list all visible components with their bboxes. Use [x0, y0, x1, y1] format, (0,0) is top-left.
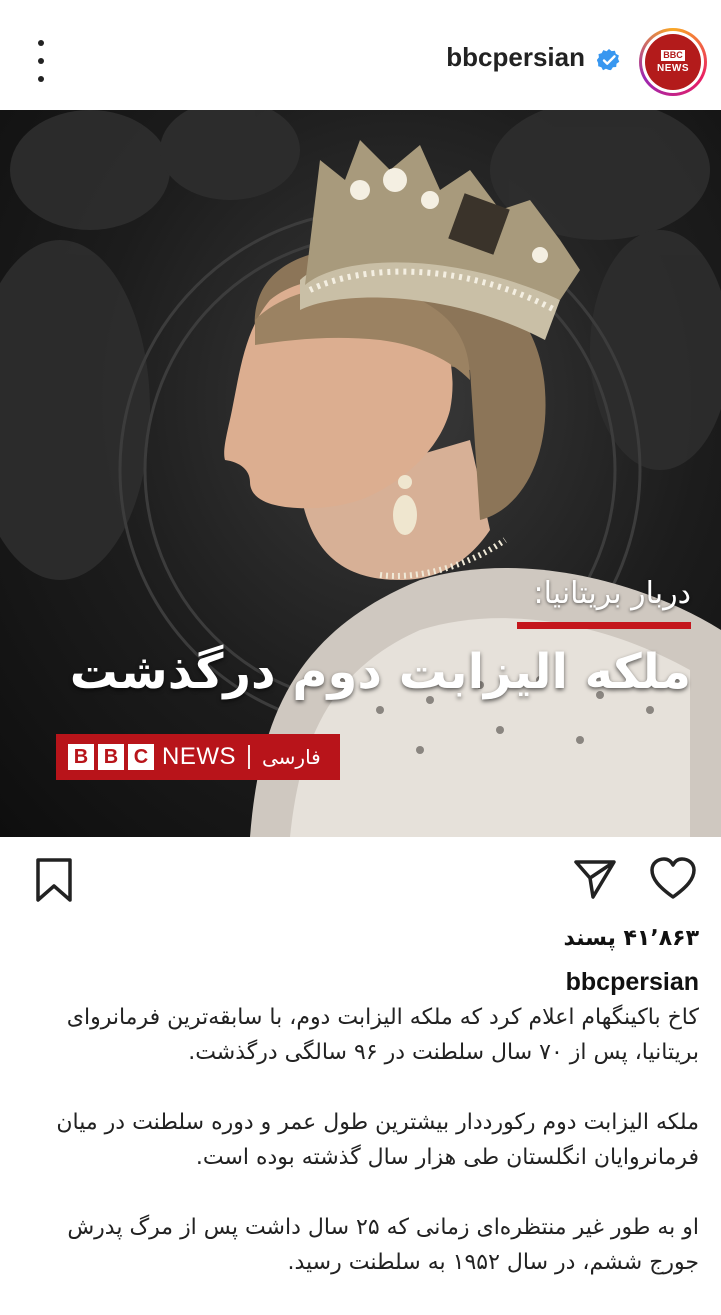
caption-paragraph: کاخ باکینگهام اعلام کرد که ملکه الیزابت … [66, 1005, 699, 1065]
bbc-letter: C [128, 744, 154, 770]
avatar-ring: BBC NEWS [642, 31, 704, 93]
post-actions [0, 837, 721, 927]
caption-paragraph: او به طور غیر منتظره‌ای زمانی که ۲۵ سال … [67, 1215, 699, 1275]
account-handle[interactable]: bbcpersian [446, 42, 585, 73]
more-options-button[interactable] [26, 40, 56, 82]
bbc-letter: B [68, 744, 94, 770]
post-image[interactable]: دربار بریتانیا: ملکه الیزابت دوم درگذشت … [0, 110, 721, 837]
more-icon-dot [38, 58, 44, 64]
bbc-news-logo: BBC NEWS [645, 34, 701, 90]
share-icon[interactable] [573, 857, 617, 901]
bbc-letter: B [98, 744, 124, 770]
avatar[interactable]: BBC NEWS [639, 28, 707, 96]
caption-paragraph: ملکه الیزابت دوم رکورددار بیشترین طول عم… [56, 1110, 699, 1170]
bbc-persian-brand-bar: B B C NEWS فارسی [56, 734, 340, 780]
avatar-bbc-blocks: BBC [661, 50, 685, 61]
caption-author[interactable]: bbcpersian [566, 968, 699, 997]
post-header: bbcpersian BBC NEWS [0, 0, 721, 110]
like-count[interactable]: ۴۱٬۸۶۳ پسند [564, 926, 700, 951]
portrait-illustration [0, 110, 721, 837]
image-headline: ملکه الیزابت دوم درگذشت [69, 644, 691, 700]
bbc-logo: B B C [68, 744, 154, 770]
overline-underline [517, 622, 691, 629]
brand-news-label: NEWS [162, 743, 236, 770]
brand-language-label: فارسی [262, 745, 321, 769]
heart-icon[interactable] [649, 857, 697, 901]
more-icon [38, 40, 44, 46]
image-overline: دربار بریتانیا: [533, 576, 691, 611]
verified-icon [597, 49, 620, 71]
bookmark-icon[interactable] [34, 857, 74, 903]
avatar-bbc-letters: BBC [661, 50, 685, 61]
avatar-news-label: NEWS [657, 63, 689, 74]
brand-separator [248, 745, 250, 769]
more-icon-dot [38, 76, 44, 82]
post-caption: کاخ باکینگهام اعلام کرد که ملکه الیزابت … [19, 1000, 699, 1315]
